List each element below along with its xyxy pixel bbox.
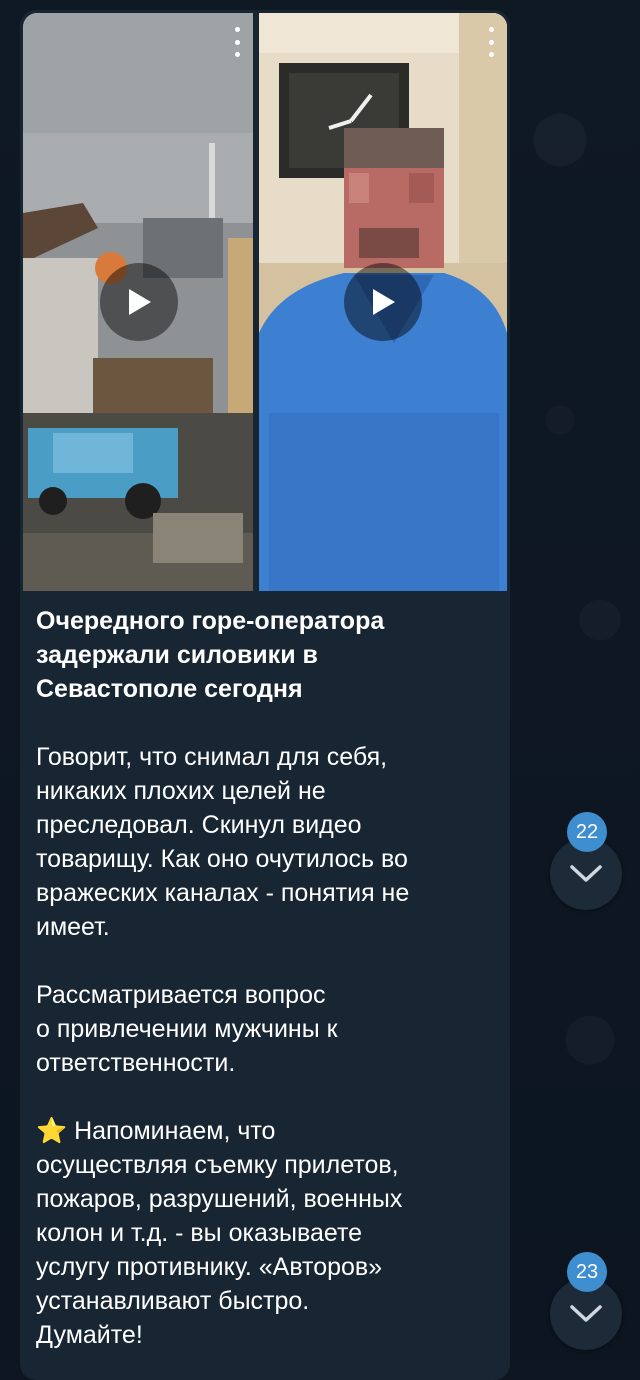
paragraph-line: осуществляя съемку прилетов,	[36, 1151, 399, 1179]
message-title-line: Севастополе сегодня	[36, 675, 303, 703]
message-text: Очередного горе-оператора задержали сило…	[36, 604, 496, 1352]
paragraph-line: имеет.	[36, 913, 110, 941]
paragraph-line: товарищу. Как оно очутилось во	[36, 845, 408, 873]
paragraph-line: Рассматривается вопрос	[36, 981, 326, 1009]
play-icon[interactable]	[344, 263, 422, 341]
paragraph-line: вражеских каналах - понятия не	[36, 879, 410, 907]
video-thumbnail-2[interactable]	[259, 13, 507, 591]
unread-count-badge: 22	[567, 812, 607, 852]
paragraph-line: Думайте!	[36, 1321, 143, 1349]
paragraph-line: ⭐ Напоминаем, что	[36, 1117, 276, 1145]
paragraph-line: никаких плохих целей не	[36, 777, 326, 805]
paragraph-line: колон и т.д. - вы оказываете	[36, 1219, 363, 1247]
media-album	[23, 13, 507, 591]
paragraph-line: Говорит, что снимал для себя,	[36, 743, 388, 771]
unread-count-badge: 23	[567, 1252, 607, 1292]
message-bubble: Очередного горе-оператора задержали сило…	[20, 10, 510, 1380]
play-icon[interactable]	[100, 263, 178, 341]
chevron-down-icon	[570, 865, 602, 882]
paragraph-line: услугу противнику. «Авторов»	[36, 1253, 383, 1281]
message-title-line: Очередного горе-оператора	[36, 607, 385, 635]
paragraph-line: о привлечении мужчины к	[36, 1015, 338, 1043]
chevron-down-icon	[570, 1305, 602, 1322]
star-icon: ⭐	[36, 1117, 68, 1145]
paragraph-line: преследовал. Скинул видео	[36, 811, 362, 839]
paragraph-line: устанавливают быстро.	[36, 1287, 310, 1315]
message-title-line: задержали силовики в	[36, 641, 318, 669]
paragraph-line: пожаров, разрушений, военных	[36, 1185, 403, 1213]
video-2-menu-icon[interactable]	[487, 27, 495, 57]
video-1-menu-icon[interactable]	[233, 27, 241, 57]
paragraph-line: ответственности.	[36, 1049, 236, 1077]
video-thumbnail-1[interactable]	[23, 13, 253, 591]
